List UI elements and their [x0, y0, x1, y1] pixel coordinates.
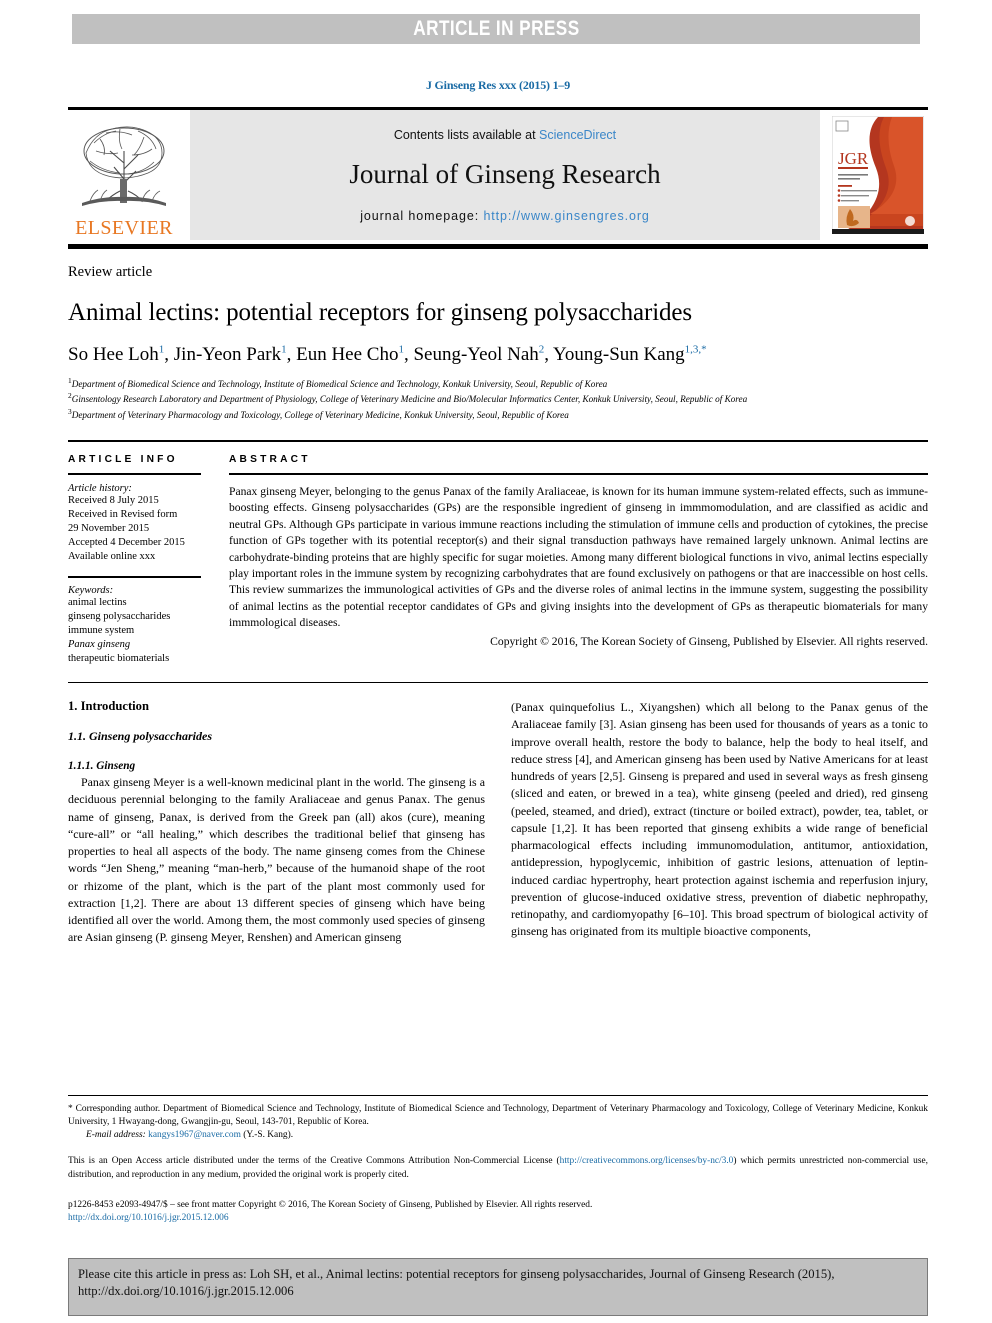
abstract-text: Panax ginseng Meyer, belonging to the ge…	[229, 484, 928, 630]
cite-this-article-box: Please cite this article in press as: Lo…	[68, 1258, 928, 1316]
elsevier-logo: ELSEVIER	[68, 110, 180, 240]
affiliations: 1Department of Biomedical Science and Te…	[68, 376, 928, 421]
author-1: Jin-Yeon Park1,	[173, 344, 297, 366]
body-top-rule	[68, 682, 928, 684]
body-columns: 1. Introduction 1.1. Ginseng polysacchar…	[68, 699, 928, 947]
contents-line: Contents lists available at ScienceDirec…	[394, 128, 616, 142]
author-4-affil-marker: 1,3,*	[684, 344, 707, 356]
history-item: Received in Revised form	[68, 508, 178, 520]
keyword-item: therapeutic biomaterials	[68, 653, 170, 665]
journal-reference: J Ginseng Res xxx (2015) 1–9	[425, 78, 571, 92]
keywords-label: Keywords:	[68, 585, 114, 597]
article-history-block: Article history: Received 8 July 2015 Re…	[68, 472, 201, 564]
journal-homepage-link[interactable]: http://www.ginsengres.org	[483, 209, 649, 223]
keyword-item: immune system	[68, 625, 135, 637]
author-0: So Hee Loh1,	[68, 344, 174, 366]
affiliation-2: 2Ginsentology Research Laboratory and De…	[68, 391, 748, 405]
keyword-item: animal lectins	[68, 597, 127, 609]
article-type: Review article	[68, 264, 153, 280]
journal-cover-thumbnail: JGR	[828, 110, 928, 240]
abstract-column: ABSTRACT Panax ginseng Meyer, belonging …	[229, 454, 928, 667]
issn-text: p1226-8453 e2093-4947/$ – see front matt…	[68, 1200, 593, 1210]
heading-ginseng-polysaccharides: 1.1. Ginseng polysaccharides	[68, 729, 212, 744]
history-item: Available online xxx	[68, 550, 156, 562]
sciencedirect-link[interactable]: ScienceDirect	[539, 128, 616, 142]
abstract-heading: ABSTRACT	[229, 453, 311, 465]
author-3: Seung-Yeol Nah2,	[413, 344, 554, 366]
history-item: Accepted 4 December 2015	[68, 536, 185, 548]
paper-page: ARTICLE IN PRESS J Ginseng Res xxx (2015…	[0, 0, 992, 1323]
corresponding-author-note: * Corresponding author. Department of Bi…	[68, 1104, 928, 1128]
email-label: E-mail address:	[86, 1130, 146, 1141]
heading-ginseng: 1.1.1. Ginseng	[68, 760, 136, 773]
footnote-rule	[68, 1095, 928, 1096]
open-access-prefix: This is an Open Access article distribut…	[68, 1156, 560, 1167]
creative-commons-link[interactable]: http://creativecommons.org/licenses/by-n…	[560, 1156, 734, 1166]
elsevier-wordmark: ELSEVIER	[75, 217, 173, 239]
body-column-left: 1. Introduction 1.1. Ginseng polysacchar…	[68, 699, 485, 947]
page-title: Animal lectins: potential receptors for …	[68, 299, 693, 326]
contents-prefix: Contents lists available at	[393, 127, 540, 142]
open-access-note: This is an Open Access article distribut…	[68, 1155, 928, 1182]
jgr-cover-image: JGR	[832, 116, 924, 234]
masthead-bottom-rule	[68, 244, 928, 249]
author-4: Young-Sun Kang1,3,*	[553, 344, 707, 366]
abstract-copyright: Copyright © 2016, The Korean Society of …	[490, 634, 928, 648]
email-owner: (Y.-S. Kang).	[243, 1130, 294, 1141]
history-item: 29 November 2015	[68, 522, 150, 534]
info-top-rule	[68, 439, 928, 442]
issn-line: p1226-8453 e2093-4947/$ – see front matt…	[68, 1199, 928, 1226]
body-paragraph-right: (Panax quinquefolius L., Xiyangshen) whi…	[511, 700, 928, 939]
author-2: Eun Hee Cho1,	[296, 344, 414, 366]
abstract-body-block: Panax ginseng Meyer, belonging to the ge…	[229, 472, 928, 648]
journal-masthead: ELSEVIER Contents lists available at Sci…	[68, 107, 928, 240]
journal-title: Journal of Ginseng Research	[349, 158, 661, 189]
info-abstract-row: ARTICLE INFO Article history: Received 8…	[68, 454, 928, 667]
affiliation-1: 1Department of Biomedical Science and Te…	[68, 376, 608, 390]
keyword-item: Panax ginseng	[68, 639, 131, 651]
affiliation-3: 3Department of Veterinary Pharmacology a…	[68, 406, 569, 420]
email-note: E-mail address: kangys1967@naver.com (Y.…	[68, 1130, 928, 1140]
article-info-heading: ARTICLE INFO	[68, 453, 178, 465]
elsevier-tree-icon	[82, 126, 166, 206]
journal-homepage-line: journal homepage: http://www.ginsengres.…	[360, 209, 650, 223]
cite-this-article-text: Please cite this article in press as: Lo…	[78, 1267, 835, 1299]
email-link[interactable]: kangys1967@naver.com	[148, 1130, 241, 1140]
keyword-item: ginseng polysaccharides	[68, 611, 171, 623]
doi-link[interactable]: http://dx.doi.org/10.1016/j.jgr.2015.12.…	[68, 1212, 928, 1225]
footnotes: * Corresponding author. Department of Bi…	[68, 1095, 928, 1226]
article-info-column: ARTICLE INFO Article history: Received 8…	[68, 454, 201, 667]
heading-introduction: 1. Introduction	[68, 699, 149, 714]
paper-content: J Ginseng Res xxx (2015) 1–9 ELSEVIER Co…	[68, 0, 928, 947]
svg-text:JGR: JGR	[838, 149, 869, 168]
article-history-label: Article history:	[68, 482, 132, 494]
journal-band: Contents lists available at ScienceDirec…	[190, 110, 820, 240]
homepage-prefix: journal homepage:	[360, 208, 484, 223]
keywords-block: Keywords: animal lectins ginseng polysac…	[68, 576, 201, 666]
history-item: Received 8 July 2015	[68, 494, 159, 506]
author-list: So Hee Loh1, Jin-Yeon Park1, Eun Hee Cho…	[68, 344, 928, 366]
body-paragraph-left: Panax ginseng Meyer is a well-known medi…	[68, 775, 485, 945]
body-column-right: (Panax quinquefolius L., Xiyangshen) whi…	[511, 699, 928, 947]
